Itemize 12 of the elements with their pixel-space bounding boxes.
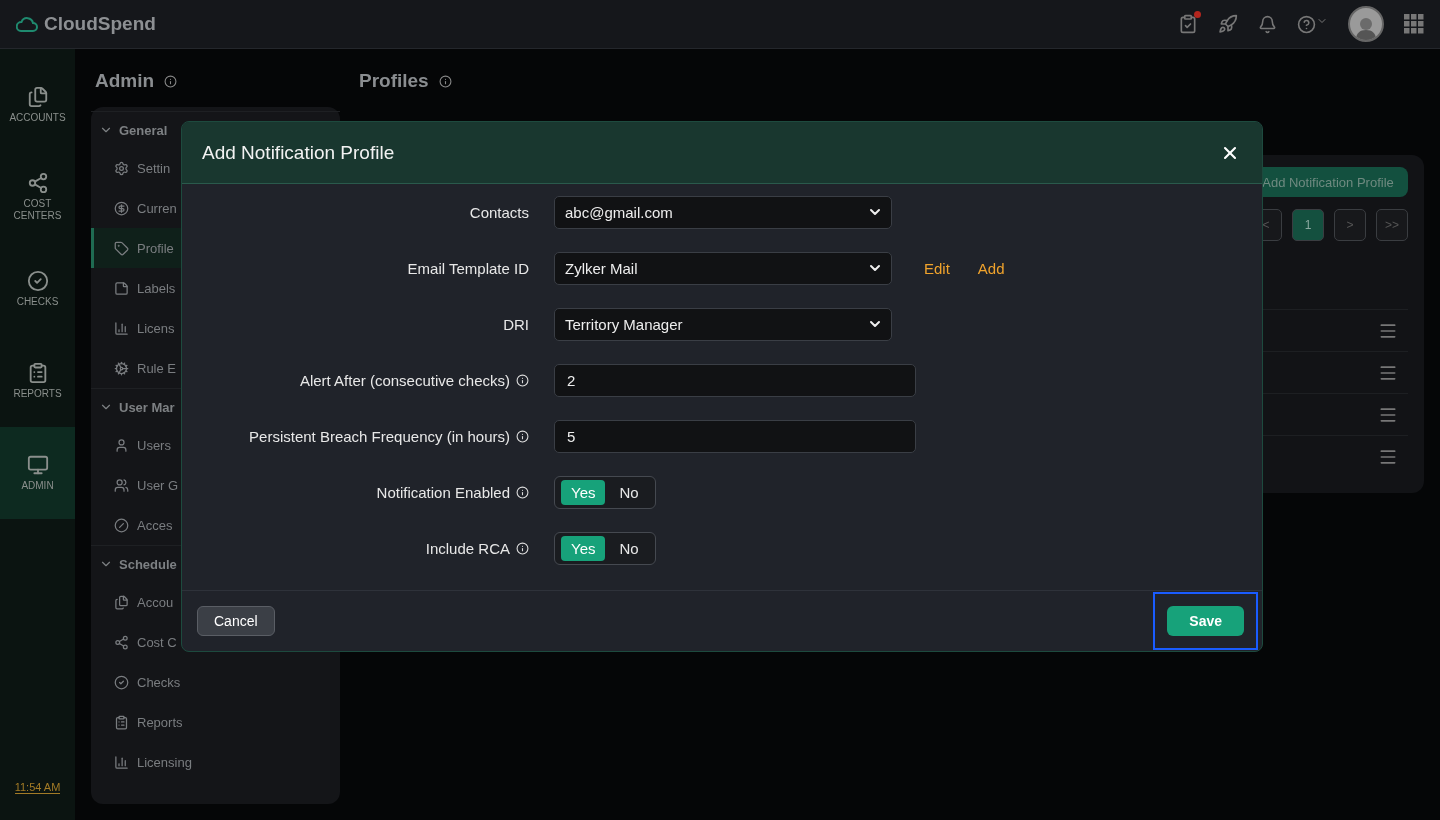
field-label: Email Template ID [407,259,529,277]
clock-time: 11:54 AM [14,781,61,794]
dialog-title: Add Notification Profile [202,141,395,164]
app-name: CloudSpend [44,13,156,35]
field-label: Notification Enabled [376,483,510,501]
field-label: Include RCA [425,539,510,557]
panel-title: Admin [95,70,155,92]
field-label: Alert After (consecutive checks) [299,371,510,389]
field-label: Contacts [469,203,529,221]
field-label: Persistent Breach Frequency (in hours) [249,427,510,445]
field-label: DRI [503,315,529,333]
page-title: Profiles [359,70,429,92]
